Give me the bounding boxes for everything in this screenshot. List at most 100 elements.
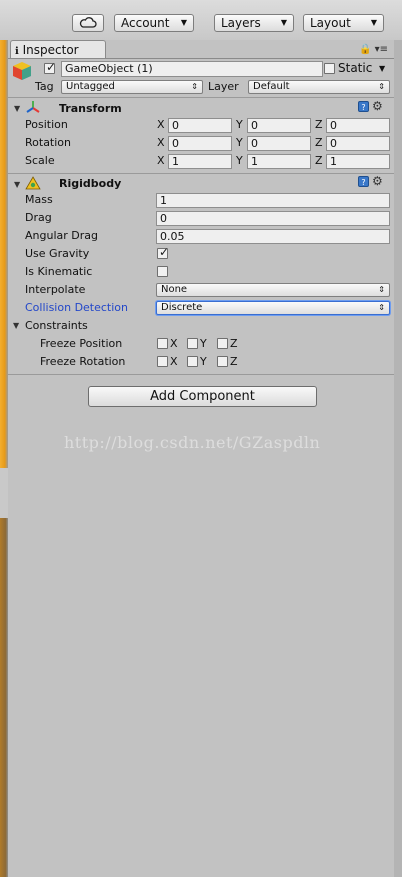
interpolate-dropdown[interactable]: None ⇕ [156, 283, 390, 297]
account-label: Account [121, 16, 170, 30]
scrollbar-track[interactable] [394, 40, 402, 877]
tab-tools[interactable]: 🔒 ▾≡ [359, 44, 388, 55]
freeze-position-label: Freeze Position [40, 337, 123, 350]
transform-foldout-arrow[interactable]: ▼ [14, 104, 20, 114]
updown-arrows-icon: ⇕ [378, 82, 385, 91]
static-dropdown-chevron-icon[interactable]: ▼ [379, 62, 385, 76]
mass-label: Mass [25, 193, 53, 206]
layout-dropdown[interactable]: Layout ▼ [303, 14, 384, 32]
drag-field[interactable]: 0 [156, 211, 390, 226]
layer-dropdown[interactable]: Default ⇕ [248, 80, 390, 94]
constraints-label[interactable]: Constraints [25, 319, 88, 333]
cloud-button[interactable] [72, 14, 104, 32]
freeze-position-x-checkbox[interactable] [157, 338, 168, 349]
freeze-position-y-checkbox[interactable] [187, 338, 198, 349]
chevron-down-icon: ▼ [180, 18, 187, 27]
freeze-rotation-z-label: Z [230, 355, 238, 368]
tab-label: Inspector [22, 43, 79, 57]
transform-title[interactable]: Transform [59, 102, 122, 116]
scale-x-axis-label[interactable]: X [157, 154, 165, 168]
scale-z-field[interactable]: 1 [326, 154, 390, 169]
angular-drag-label: Angular Drag [25, 229, 98, 242]
scale-label: Scale [25, 154, 55, 167]
freeze-rotation-y-checkbox[interactable] [187, 356, 198, 367]
rotation-y-field[interactable]: 0 [247, 136, 311, 151]
position-x-axis-label[interactable]: X [157, 118, 165, 132]
collision-detection-dropdown[interactable]: Discrete ⇕ [156, 301, 390, 315]
freeze-position-z-checkbox[interactable] [217, 338, 228, 349]
checkmark-icon: ✓ [159, 245, 170, 259]
rotation-z-field[interactable]: 0 [326, 136, 390, 151]
scale-z-axis-label[interactable]: Z [315, 154, 323, 168]
checkmark-icon: ✓ [46, 60, 57, 74]
is-kinematic-label: Is Kinematic [25, 265, 93, 278]
interpolate-value: None [161, 284, 188, 295]
cloud-icon [79, 17, 97, 28]
freeze-rotation-z-checkbox[interactable] [217, 356, 228, 367]
static-label: Static [338, 61, 373, 75]
updown-arrows-icon: ⇕ [191, 82, 198, 91]
position-x-field[interactable]: 0 [168, 118, 232, 133]
tab-inspector[interactable]: ℹ Inspector [10, 40, 106, 59]
scale-y-axis-label[interactable]: Y [236, 154, 243, 168]
rigidbody-title[interactable]: Rigidbody [59, 177, 121, 191]
is-kinematic-checkbox[interactable] [157, 266, 168, 277]
position-y-axis-label[interactable]: Y [236, 118, 243, 132]
scale-y-field[interactable]: 1 [247, 154, 311, 169]
add-component-button[interactable]: Add Component [88, 386, 317, 407]
position-label: Position [25, 118, 68, 131]
help-icon[interactable]: ? [358, 176, 369, 187]
angular-drag-field[interactable]: 0.05 [156, 229, 390, 244]
rotation-x-field[interactable]: 0 [168, 136, 232, 151]
freeze-rotation-x-checkbox[interactable] [157, 356, 168, 367]
watermark: http://blog.csdn.net/GZaspdln [64, 433, 321, 452]
layers-label: Layers [221, 16, 261, 30]
gear-icon[interactable]: ⚙ [372, 175, 383, 187]
freeze-position-z-label: Z [230, 337, 238, 350]
layout-label: Layout [310, 16, 351, 30]
freeze-position-y-label: Y [200, 337, 207, 350]
position-y-field[interactable]: 0 [247, 118, 311, 133]
collision-detection-value: Discrete [161, 302, 203, 313]
lock-icon[interactable]: 🔒 ▾≡ [359, 44, 388, 55]
account-dropdown[interactable]: Account ▼ [114, 14, 194, 32]
divider [8, 97, 394, 98]
chevron-down-icon: ▼ [280, 18, 287, 27]
interpolate-label: Interpolate [25, 283, 86, 296]
rigidbody-icon [25, 176, 41, 190]
gameobject-active-checkbox[interactable]: ✓ [44, 60, 57, 74]
constraints-foldout-arrow[interactable]: ▼ [13, 321, 19, 331]
rotation-y-axis-label[interactable]: Y [236, 136, 243, 150]
rotation-z-axis-label[interactable]: Z [315, 136, 323, 150]
position-z-axis-label[interactable]: Z [315, 118, 323, 132]
layers-dropdown[interactable]: Layers ▼ [214, 14, 294, 32]
scene-view-gap [0, 468, 8, 518]
mass-field[interactable]: 1 [156, 193, 390, 208]
divider [8, 173, 394, 174]
info-icon: ℹ [15, 46, 19, 57]
tag-dropdown[interactable]: Untagged ⇕ [61, 80, 203, 94]
chevron-down-icon: ▼ [370, 18, 377, 27]
rotation-x-axis-label[interactable]: X [157, 136, 165, 150]
drag-label: Drag [25, 211, 52, 224]
position-z-field[interactable]: 0 [326, 118, 390, 133]
collision-detection-label: Collision Detection [25, 301, 129, 314]
transform-axes-icon [26, 101, 40, 113]
updown-arrows-icon: ⇕ [378, 303, 385, 312]
freeze-position-x-label: X [170, 337, 178, 350]
divider [8, 374, 394, 375]
gear-icon[interactable]: ⚙ [372, 100, 383, 112]
freeze-rotation-y-label: Y [200, 355, 207, 368]
top-toolbar: Account ▼ Layers ▼ Layout ▼ [0, 0, 402, 40]
scene-view-edge [0, 40, 8, 877]
help-icon[interactable]: ? [358, 101, 369, 112]
freeze-rotation-x-label: X [170, 355, 178, 368]
transform-header-icons: ? ⚙ [358, 100, 383, 114]
gameobject-name-field[interactable]: GameObject (1) [61, 61, 323, 77]
rigidbody-header-icons: ? ⚙ [358, 175, 383, 189]
rigidbody-foldout-arrow[interactable]: ▼ [14, 180, 20, 190]
static-checkbox[interactable] [324, 63, 335, 74]
layer-value: Default [253, 81, 290, 92]
scale-x-field[interactable]: 1 [168, 154, 232, 169]
use-gravity-checkbox[interactable]: ✓ [157, 245, 170, 259]
